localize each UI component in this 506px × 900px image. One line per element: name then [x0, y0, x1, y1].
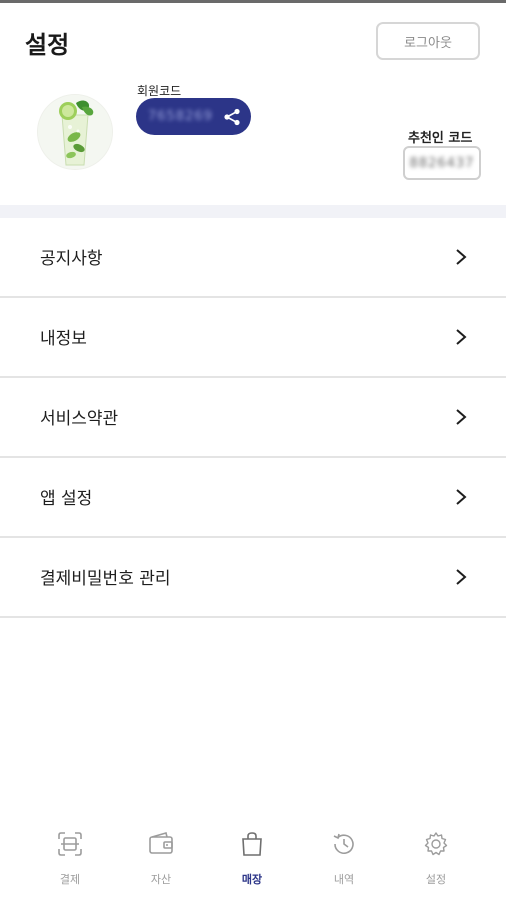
nav-label: 자산 — [150, 873, 172, 886]
gear-icon — [424, 832, 448, 856]
avatar[interactable] — [38, 95, 112, 169]
nav-label: 결제 — [59, 873, 81, 886]
member-code-value: 7658269 — [148, 109, 213, 124]
nav-item-payment[interactable]: 결제 — [30, 820, 110, 890]
nav-label: 매장 — [241, 873, 263, 886]
chevron-right-icon — [456, 409, 467, 425]
nav-label: 내역 — [333, 873, 355, 886]
shopping-bag-icon — [242, 832, 262, 856]
top-border — [0, 0, 506, 3]
menu-item-terms[interactable]: 서비스약관 — [0, 378, 506, 458]
referrer-code-label: 추천인 코드 — [408, 131, 473, 146]
menu-item-label: 내정보 — [40, 329, 87, 349]
wallet-icon — [149, 832, 173, 854]
chevron-right-icon — [456, 329, 467, 345]
referrer-code-field[interactable]: 8826437 — [403, 146, 481, 180]
settings-menu: 공지사항 내정보 서비스약관 앱 설정 결제비밀번호 관리 — [0, 218, 506, 618]
chevron-right-icon — [456, 569, 467, 585]
referrer-code-value: 8826437 — [409, 155, 475, 171]
nav-item-history[interactable]: 내역 — [304, 820, 384, 890]
menu-item-label: 앱 설정 — [40, 489, 93, 509]
drink-image-icon — [38, 95, 112, 169]
menu-item-label: 공지사항 — [40, 249, 103, 269]
nav-label: 설정 — [425, 873, 447, 886]
logout-button[interactable]: 로그아웃 — [376, 22, 480, 60]
page-title: 설정 — [25, 31, 70, 59]
menu-item-app-settings[interactable]: 앱 설정 — [0, 458, 506, 538]
menu-item-notices[interactable]: 공지사항 — [0, 218, 506, 298]
menu-item-label: 서비스약관 — [40, 409, 119, 429]
member-code-label: 회원코드 — [137, 84, 182, 98]
nav-item-store[interactable]: 매장 — [212, 820, 292, 890]
scan-icon — [58, 832, 82, 856]
history-icon — [333, 833, 354, 854]
nav-item-assets[interactable]: 자산 — [121, 820, 201, 890]
share-icon[interactable] — [222, 107, 242, 127]
bottom-nav: 결제 자산 매장 내역 설정 — [0, 820, 506, 900]
member-code-share-button[interactable]: 7658269 — [136, 98, 251, 135]
chevron-right-icon — [456, 489, 467, 505]
menu-item-my-info[interactable]: 내정보 — [0, 298, 506, 378]
section-divider — [0, 205, 506, 218]
chevron-right-icon — [456, 249, 467, 265]
menu-item-payment-password[interactable]: 결제비밀번호 관리 — [0, 538, 506, 618]
menu-item-label: 결제비밀번호 관리 — [40, 569, 171, 589]
nav-item-settings[interactable]: 설정 — [396, 820, 476, 890]
